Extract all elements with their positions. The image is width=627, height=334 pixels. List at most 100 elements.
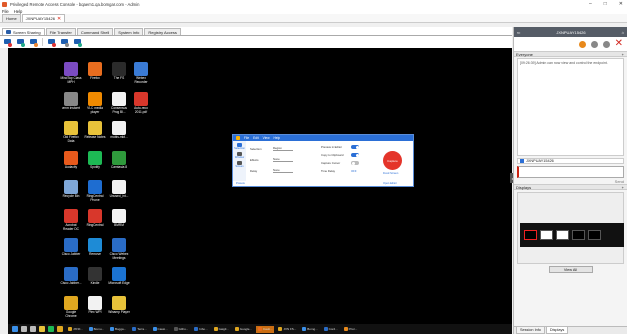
desktop-icon[interactable]: Old Firefox Data [60,121,82,143]
tab-session-info[interactable]: Session Info [516,327,545,334]
snip-effects-field[interactable]: Effects None [250,157,293,162]
snip-mode-window[interactable]: Window [233,152,246,159]
privacy-screen-icon[interactable] [60,38,69,47]
desktop-icon[interactable]: RingCentral Phone [84,180,106,202]
chrome-taskbar-icon[interactable] [57,326,63,332]
taskbar-app-button[interactable]: Bomu... [87,326,106,333]
desktop-icon[interactable]: mobis-mkt... [108,121,130,140]
expand-displays-icon[interactable]: + [622,185,624,190]
tab-home[interactable]: Home [2,14,21,22]
snip-selection-field[interactable]: Selection Region [250,146,293,151]
desktop-icon[interactable]: Spotify [84,151,106,170]
remote-screen[interactable]: MindTap Class MPH Firefox The FS Webex Reco… [8,48,512,334]
toggle-preview-in-editor[interactable]: Preview in Editor [321,145,359,149]
file-explorer-icon[interactable] [39,326,45,332]
taskbar-app-button[interactable]: Prior... [342,326,360,333]
desktop-icon[interactable]: Microsoft Edge [108,267,130,286]
snip-delay-field[interactable]: Delay None [250,168,293,173]
chat-recipient[interactable]: JXNPUAY15426 [517,158,624,164]
taskbar-app-button[interactable]: Githu... [172,326,191,333]
snipping-tool-window[interactable]: File Edit View Help Selection Window Scr… [232,134,414,187]
desktop-icon[interactable]: Unused_int... [108,180,130,199]
desktop-icon[interactable]: Cisco Jabber... [60,267,82,286]
desktop-icon[interactable]: Google Chrome [60,296,82,318]
request-control-icon[interactable] [16,38,25,47]
end-session-icon[interactable]: ✕ [615,39,623,49]
desktop-icon[interactable]: Audacity [60,151,82,170]
desktop-icon[interactable]: Winamp Player [108,296,130,315]
snip-delay-value[interactable]: None [273,168,293,173]
toggle-copy-to-clipboard[interactable]: Copy to Clipboard [321,153,359,157]
menu-file[interactable]: File [2,9,9,14]
close-window-button[interactable]: ✕ [619,0,623,8]
spotify-taskbar-icon[interactable] [48,326,54,332]
taskbar-app-button[interactable]: Gaigil... [212,326,231,333]
toggle-cursor-switch[interactable] [351,161,359,165]
stop-screen-sharing-icon[interactable] [3,38,12,47]
display-thumbnail[interactable] [540,230,553,240]
open-editor-link[interactable]: Open Editor [383,182,397,185]
desktop-icon[interactable]: Consensus Prog Bl... [108,92,130,114]
share-session-icon[interactable] [602,40,610,48]
taskbar-app-button[interactable]: JXN FS... [276,326,298,333]
desktop-icon[interactable]: Remove [84,238,106,257]
display-settings-icon[interactable] [47,38,56,47]
desktop-icon[interactable]: Kindle [84,267,106,286]
tab-registry-access[interactable]: Registry Access [144,28,181,35]
desktop-icon[interactable]: RingCentral [84,209,106,228]
snip-menu-file[interactable]: File [244,136,249,140]
desktop-icon[interactable]: Camtasia 8 [108,151,130,170]
start-icon[interactable] [12,326,18,332]
capture-button[interactable]: Capture [383,151,402,170]
snip-menu-view[interactable]: View [263,136,270,140]
menu-help[interactable]: Help [14,9,23,14]
taskbar-app-button[interactable]: Google... [233,326,254,333]
desktop-icon[interactable]: BMRM [108,209,130,228]
desktop-icon[interactable]: Cisco Webex Meetings [108,238,130,260]
taskbar-app-button[interactable]: Cassi... [151,326,170,333]
taskbar-app-button[interactable]: Bogga... [108,326,128,333]
desktop-icon[interactable]: MindTap Class MPH [60,62,82,84]
tab-displays[interactable]: Displays [545,327,569,334]
taskbar-app-button[interactable]: Cauti... [255,325,275,333]
fixed-screen-link[interactable]: Fixed Screen [383,172,398,175]
desktop-icon[interactable]: Webex Recorder [130,62,152,84]
invite-rep-icon[interactable] [578,40,586,48]
snip-mode-selection[interactable]: Selection [233,143,246,150]
toggle-capture-cursor[interactable]: Capture Cursor [321,161,359,165]
maximize-button[interactable]: □ [604,0,607,8]
display-thumbnail[interactable] [588,230,601,240]
desktop-icon[interactable]: Release Notes [84,121,106,140]
taskbar-app-button[interactable]: Inbo... [192,326,209,333]
desktop-icon[interactable]: Auto-reco 2011.pdf [130,92,152,114]
desktop-icon[interactable]: Plex WPI [84,296,106,315]
desktop-icon[interactable]: Acrobat Reader DC [60,209,82,231]
expand-chat-icon[interactable]: + [622,52,624,57]
display-thumbnail[interactable] [572,230,585,240]
special-actions-icon[interactable] [73,38,82,47]
transfer-session-icon[interactable] [590,40,598,48]
time-delay-value[interactable]: OFF [351,169,357,173]
desktop-icon[interactable]: Cisco Jabber [60,238,82,257]
pin-icon[interactable]: ⌂ [622,30,624,35]
snip-menu-help[interactable]: Help [274,136,281,140]
desktop-icon[interactable]: Firefox [84,62,106,81]
snip-selection-value[interactable]: Region [273,146,293,151]
toggle-copy-switch[interactable] [351,153,359,157]
taskbar-app-button[interactable]: Cord... [322,326,340,333]
chat-input[interactable] [517,166,624,178]
desktop-icon[interactable]: Recycle Bin [60,180,82,199]
snip-mode-screen[interactable]: Screen [233,161,246,168]
minimize-button[interactable]: – [589,0,592,8]
toggle-preview-switch[interactable] [351,145,359,149]
display-thumbnail[interactable] [524,230,537,240]
desktop-icon[interactable]: vmm instcert [60,92,82,111]
tab-screen-sharing[interactable]: Screen Sharing [2,28,45,35]
presets-link[interactable]: Presets [236,182,245,185]
time-delay-row[interactable]: Time Delay OFF [321,169,357,173]
tab-file-transfer[interactable]: File Transfer [45,28,76,35]
snip-effects-value[interactable]: None [273,157,293,162]
desktop-icon[interactable]: VLC media player [84,92,106,114]
taskbar-app-button[interactable]: Bomg... [300,326,319,333]
snip-menu-edit[interactable]: Edit [253,136,259,140]
